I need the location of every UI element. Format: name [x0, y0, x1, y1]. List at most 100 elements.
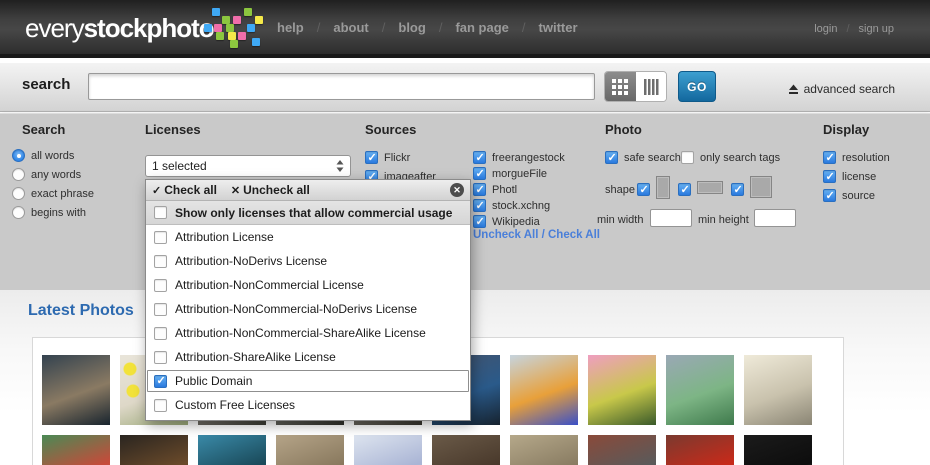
uncheck-all-button[interactable]: ✕ Uncheck all	[231, 183, 310, 197]
radio-button[interactable]	[12, 187, 25, 200]
logo[interactable]: everystockphoto	[25, 13, 214, 44]
nav-item-blog[interactable]: blog	[398, 20, 425, 35]
safe-search-option[interactable]: safe search	[605, 151, 681, 164]
source-morguefile[interactable]: morgueFile	[473, 167, 547, 180]
checkbox[interactable]	[154, 399, 167, 412]
license-option-attribution-noncommercial[interactable]: Attribution-NonCommercial License	[146, 273, 470, 297]
checkbox[interactable]	[823, 189, 836, 202]
close-icon[interactable]: ✕	[450, 183, 464, 197]
license-option-label[interactable]: Attribution-ShareAlike License	[175, 350, 336, 364]
checkbox[interactable]	[823, 151, 836, 164]
photo-thumbnail[interactable]	[666, 435, 734, 465]
display-source-option[interactable]: source	[823, 189, 875, 202]
checkbox[interactable]	[154, 303, 167, 316]
display-license-option[interactable]: license	[823, 170, 876, 183]
photo-thumbnail[interactable]	[120, 435, 188, 465]
shape-landscape-option[interactable]	[678, 183, 691, 196]
checkbox[interactable]	[731, 183, 744, 196]
search-mode-all-words[interactable]: all words	[12, 149, 74, 162]
checkbox[interactable]	[154, 231, 167, 244]
license-option-label[interactable]: Attribution License	[175, 230, 274, 244]
photo-thumbnail[interactable]	[666, 355, 734, 425]
login-link[interactable]: login	[814, 23, 837, 35]
min-width-input[interactable]	[650, 209, 692, 227]
source-wikipedia[interactable]: Wikipedia	[473, 215, 540, 228]
checkbox[interactable]	[678, 183, 691, 196]
search-mode-any-words[interactable]: any words	[12, 168, 81, 181]
column-view-button[interactable]	[636, 72, 667, 101]
sources-uncheck-check-all-links[interactable]: Uncheck All / Check All	[473, 229, 600, 241]
photo-thumbnail[interactable]	[198, 435, 266, 465]
checkbox-label[interactable]: morgueFile	[492, 168, 547, 180]
nav-item-fan-page[interactable]: fan page	[455, 20, 508, 35]
radio-button[interactable]	[12, 168, 25, 181]
license-option-attribution-noncommercial-sharealike[interactable]: Attribution-NonCommercial-ShareAlike Lic…	[146, 321, 470, 345]
radio-button[interactable]	[12, 206, 25, 219]
checkbox[interactable]	[605, 151, 618, 164]
photo-thumbnail[interactable]	[588, 435, 656, 465]
photo-thumbnail[interactable]	[276, 435, 344, 465]
checkbox-label[interactable]: license	[842, 171, 876, 183]
min-height-input[interactable]	[754, 209, 796, 227]
checkbox-label[interactable]: resolution	[842, 152, 890, 164]
checkbox[interactable]	[473, 215, 486, 228]
only-search-tags-option[interactable]: only search tags	[681, 151, 780, 164]
checkbox-label[interactable]: Show only licenses that allow commercial…	[175, 206, 452, 220]
go-button[interactable]: GO	[678, 71, 716, 102]
grid-view-button[interactable]	[605, 72, 636, 101]
checkbox[interactable]	[473, 199, 486, 212]
checkbox-label[interactable]: Photl	[492, 184, 517, 196]
license-option-attribution-sharealike[interactable]: Attribution-ShareAlike License	[146, 345, 470, 369]
license-option-attribution[interactable]: Attribution License	[146, 225, 470, 249]
photo-thumbnail[interactable]	[510, 355, 578, 425]
checkbox[interactable]	[681, 151, 694, 164]
photo-thumbnail[interactable]	[42, 435, 110, 465]
photo-thumbnail[interactable]	[744, 355, 812, 425]
nav-item-twitter[interactable]: twitter	[539, 20, 578, 35]
photo-thumbnail[interactable]	[354, 435, 422, 465]
license-option-label[interactable]: Attribution-NonCommercial-ShareAlike Lic…	[175, 326, 426, 340]
photo-thumbnail[interactable]	[510, 435, 578, 465]
checkbox-label[interactable]: only search tags	[700, 152, 780, 164]
shape-square-option[interactable]	[731, 183, 744, 196]
license-option-attribution-noncommercial-noderivs[interactable]: Attribution-NonCommercial-NoDerivs Licen…	[146, 297, 470, 321]
radio-label[interactable]: begins with	[31, 207, 86, 219]
checkbox[interactable]	[154, 206, 167, 219]
source-photl[interactable]: Photl	[473, 183, 517, 196]
display-resolution-option[interactable]: resolution	[823, 151, 890, 164]
checkbox[interactable]	[154, 375, 167, 388]
radio-label[interactable]: all words	[31, 150, 74, 162]
source-flickr[interactable]: Flickr	[365, 151, 410, 164]
nav-item-help[interactable]: help	[277, 20, 304, 35]
checkbox[interactable]	[473, 167, 486, 180]
license-option-label[interactable]: Custom Free Licenses	[175, 398, 295, 412]
checkbox-label[interactable]: safe search	[624, 152, 681, 164]
license-option-custom-free[interactable]: Custom Free Licenses	[146, 393, 470, 417]
licenses-select[interactable]: 1 selected	[145, 155, 351, 177]
checkbox[interactable]	[473, 183, 486, 196]
checkbox-label[interactable]: source	[842, 190, 875, 202]
radio-label[interactable]: any words	[31, 169, 81, 181]
license-option-label[interactable]: Public Domain	[175, 374, 252, 388]
checkbox-label[interactable]: stock.xchng	[492, 200, 550, 212]
license-option-label[interactable]: Attribution-NonCommercial License	[175, 278, 364, 292]
photo-thumbnail[interactable]	[42, 355, 110, 425]
commercial-usage-filter[interactable]: Show only licenses that allow commercial…	[146, 201, 470, 225]
checkbox[interactable]	[154, 327, 167, 340]
photo-thumbnail[interactable]	[588, 355, 656, 425]
checkbox-label[interactable]: freerangestock	[492, 152, 565, 164]
license-option-public-domain[interactable]: Public Domain	[146, 369, 470, 393]
checkbox[interactable]	[473, 151, 486, 164]
license-option-label[interactable]: Attribution-NonCommercial-NoDerivs Licen…	[175, 302, 417, 316]
source-freerangestock[interactable]: freerangestock	[473, 151, 565, 164]
checkbox-label[interactable]: Flickr	[384, 152, 410, 164]
checkbox[interactable]	[154, 351, 167, 364]
photo-thumbnail[interactable]	[744, 435, 812, 465]
photo-thumbnail[interactable]	[432, 435, 500, 465]
radio-label[interactable]: exact phrase	[31, 188, 94, 200]
check-all-button[interactable]: ✓ Check all	[152, 183, 217, 197]
checkbox-label[interactable]: Wikipedia	[492, 216, 540, 228]
search-input[interactable]	[88, 73, 595, 100]
checkbox[interactable]	[637, 183, 650, 196]
shape-portrait-option[interactable]	[637, 183, 650, 196]
